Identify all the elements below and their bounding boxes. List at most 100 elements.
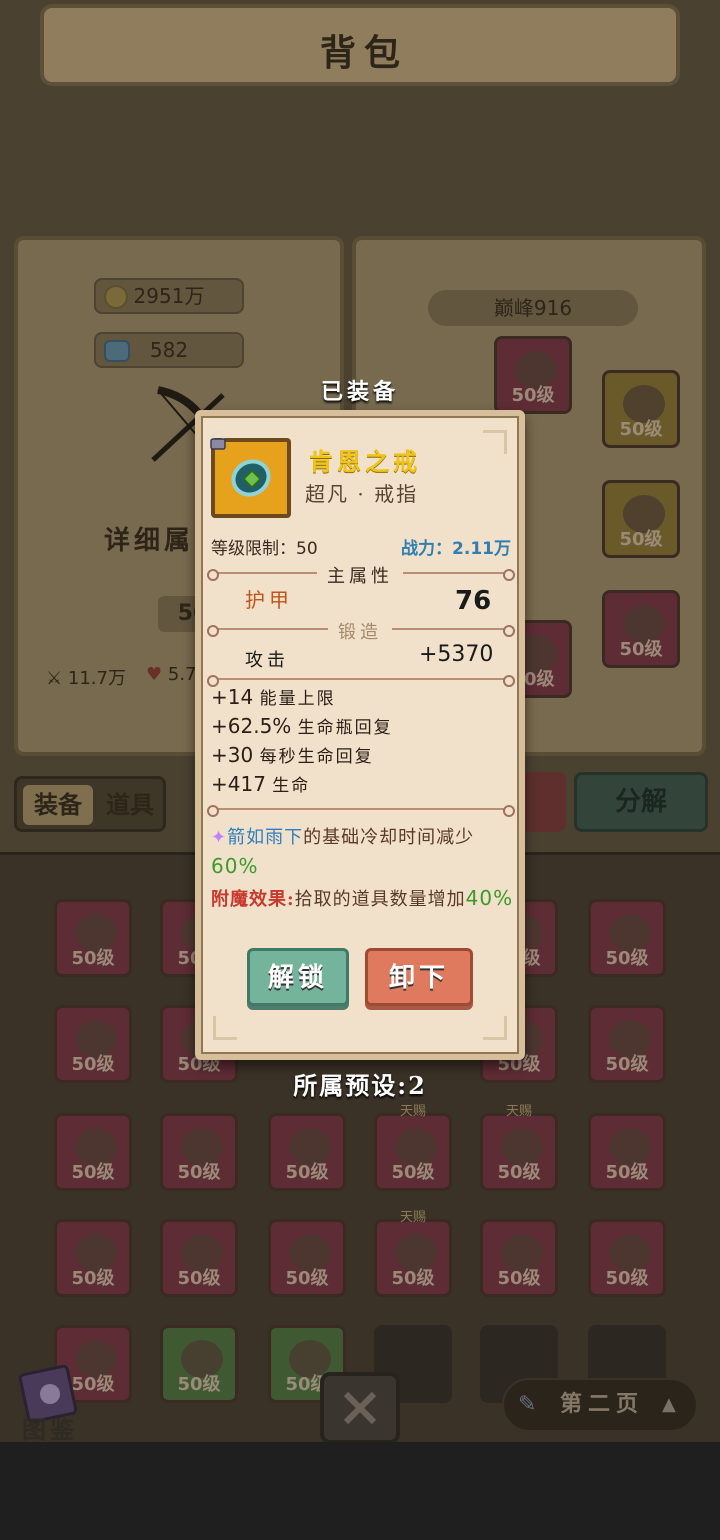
health-stat: ♥ 5.7	[146, 664, 197, 685]
inventory-slot[interactable]: 50级	[54, 1219, 132, 1297]
corner-ornament	[213, 1016, 237, 1040]
enchant-effect-text: 拾取的道具数量增加	[294, 889, 466, 910]
inventory-slot[interactable]: 50级	[54, 1113, 132, 1191]
lock-icon[interactable]	[209, 430, 227, 450]
enchant-label: 附魔效果:	[211, 889, 295, 910]
level-limit: 等级限制：50	[211, 539, 318, 559]
sub-stat: +62.5% 生命瓶回复	[211, 713, 393, 738]
gold-counter: 2951万	[94, 278, 244, 314]
sub-stat-value: +30	[211, 743, 254, 767]
skill-effect: ✦箭如雨下的基础冷却时间减少 60%	[211, 824, 517, 882]
inventory-slot[interactable]: 50级	[588, 1219, 666, 1297]
title-banner: 背包	[40, 4, 680, 86]
slot-level: 50级	[497, 1268, 541, 1289]
enchant-effect: 附魔效果:拾取的道具数量增加40%	[211, 884, 517, 914]
forge-stat-value: +5370	[419, 642, 494, 667]
decompose-button[interactable]: 分解	[574, 772, 708, 832]
divider	[207, 805, 515, 817]
sub-stat-value: +14	[211, 685, 254, 709]
inventory-slot[interactable]: 50级	[160, 1325, 238, 1403]
sub-stat: +417 生命	[211, 771, 310, 796]
slot-level: 50级	[177, 1162, 221, 1183]
gem-value: 582	[149, 338, 189, 362]
inventory-slot[interactable]: 50级	[268, 1113, 346, 1191]
inventory-slot[interactable]: 50级	[160, 1219, 238, 1297]
slot-level: 50级	[71, 948, 115, 969]
heart-icon: ♥	[146, 664, 163, 685]
slot-level: 50级	[605, 1162, 649, 1183]
forge-stat-name: 攻击	[245, 650, 289, 671]
equipped-label: 已装备	[320, 379, 399, 405]
atlas-label: 图鉴	[22, 1415, 78, 1444]
bottom-bar	[0, 1442, 720, 1540]
slot-level: 50级	[391, 1162, 435, 1183]
sub-stat-value: +62.5%	[211, 714, 292, 738]
slot-level: 50级	[619, 639, 663, 660]
slot-tag: 天赐	[399, 1210, 426, 1225]
unequip-button[interactable]: 卸下	[365, 948, 473, 1006]
slot-level: 50级	[605, 948, 649, 969]
slot-level: 50级	[71, 1162, 115, 1183]
sub-stat-name: 生命瓶回复	[297, 718, 393, 738]
main-stat-value: 76	[455, 586, 492, 616]
slot-level: 50级	[619, 419, 663, 440]
attack-value: 11.7万	[67, 668, 126, 689]
slot-level: 50级	[177, 1268, 221, 1289]
sub-stat-name: 生命	[272, 776, 311, 796]
slot-level: 50级	[285, 1162, 329, 1183]
sparkle-icon: ✦	[211, 827, 228, 848]
attack-stat: ⚔ 11.7万	[46, 664, 126, 690]
divider	[207, 675, 515, 687]
inventory-slot[interactable]: 50级	[480, 1219, 558, 1297]
inventory-slot[interactable]: 50级	[160, 1113, 238, 1191]
corner-ornament	[483, 430, 507, 454]
inventory-slot[interactable]: 天赐 50级	[374, 1210, 452, 1297]
sub-stat: +30 每秒生命回复	[211, 742, 374, 767]
forge-title: 锻造	[201, 618, 519, 644]
skill-effect-value: 60%	[211, 854, 259, 878]
equip-slot-ring[interactable]: 50级	[602, 480, 680, 558]
main-stat-name: 护甲	[245, 588, 293, 612]
inventory-slot[interactable]: 50级	[54, 899, 132, 977]
inventory-slot[interactable]: 天赐 50级	[374, 1104, 452, 1191]
tab-equipment[interactable]: 装备	[23, 785, 93, 825]
slot-level: 50级	[497, 1162, 541, 1183]
page-label: 第二页	[560, 1392, 645, 1417]
slot-level: 50级	[71, 1268, 115, 1289]
slot-level: 50级	[619, 529, 663, 550]
equip-slot-quiver[interactable]: 50级	[602, 590, 680, 668]
gem-counter: 582	[94, 332, 244, 368]
tab-items[interactable]: 道具	[95, 785, 165, 825]
details-button-label[interactable]: 详细属	[104, 520, 194, 557]
inventory-slot[interactable]: 50级	[588, 1113, 666, 1191]
sword-icon: ⚔	[46, 668, 63, 689]
health-value: 5.7	[167, 664, 197, 685]
corner-ornament	[483, 1016, 507, 1040]
item-detail-popup: 肯恩之戒 超凡 · 戒指 等级限制：50 战力：2.11万 主属性 护甲 76 …	[195, 410, 525, 1060]
gem-icon	[104, 340, 130, 362]
forge-title-text: 锻造	[328, 622, 392, 643]
coin-icon	[104, 285, 128, 309]
enchant-effect-value: 40%	[465, 886, 514, 910]
skill-name: 箭如雨下	[227, 827, 304, 848]
sub-stat-value: +417	[211, 772, 266, 796]
preset-label: 所属预设:2	[293, 1071, 427, 1100]
page-switch-button[interactable]: ✎ 第二页 ▲	[502, 1378, 698, 1432]
chevron-up-icon: ▲	[662, 1394, 676, 1415]
gold-value: 2951万	[133, 284, 205, 308]
sub-stat-name: 每秒生命回复	[259, 747, 374, 767]
slot-tag: 天赐	[505, 1104, 532, 1119]
skill-effect-text: 的基础冷却时间减少	[303, 827, 475, 848]
close-button[interactable]	[320, 1372, 400, 1444]
inventory-slot[interactable]: 50级	[268, 1219, 346, 1297]
item-type: 超凡 · 戒指	[305, 482, 419, 506]
peak-level: 巅峰916	[428, 290, 638, 326]
quill-icon: ✎	[518, 1392, 537, 1417]
slot-level: 50级	[605, 1268, 649, 1289]
inventory-slot[interactable]: 50级	[588, 899, 666, 977]
sub-stat-name: 能量上限	[259, 689, 336, 709]
unlock-button[interactable]: 解锁	[247, 948, 349, 1006]
item-name: 肯恩之戒	[309, 447, 421, 476]
inventory-slot[interactable]: 天赐 50级	[480, 1104, 558, 1191]
slot-level: 50级	[177, 1374, 221, 1395]
